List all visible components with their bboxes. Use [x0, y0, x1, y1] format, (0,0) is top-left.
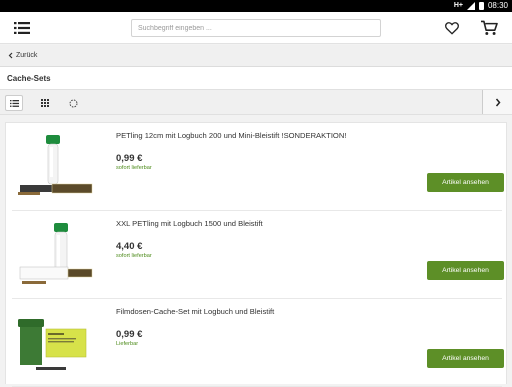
availability-status: sofort lieferbar [116, 165, 152, 171]
product-name[interactable]: Filmdosen-Cache-Set mit Logbuch und Blei… [116, 307, 274, 316]
availability-status: sofort lieferbar [116, 253, 152, 259]
product-price: 4,40 € [116, 241, 143, 252]
status-bar: H+ 08:30 [0, 0, 512, 12]
back-button[interactable]: Zurück [8, 52, 37, 59]
cart-icon[interactable] [480, 20, 498, 36]
view-product-button[interactable]: Artikel ansehen [427, 349, 504, 368]
product-item: PETling 12cm mit Logbuch 200 und Mini-Bl… [12, 123, 504, 211]
list-view-icon [9, 99, 19, 107]
product-name[interactable]: XXL PETling mit Logbuch 1500 und Bleisti… [116, 219, 263, 228]
product-name[interactable]: PETling 12cm mit Logbuch 200 und Mini-Bl… [116, 131, 346, 140]
view-product-button[interactable]: Artikel ansehen [427, 173, 504, 192]
availability-status: Lieferbar [116, 341, 139, 347]
product-item: Filmdosen-Cache-Set mit Logbuch und Blei… [12, 299, 504, 387]
back-label: Zurück [16, 52, 38, 59]
product-list: PETling 12cm mit Logbuch 200 und Mini-Bl… [5, 122, 507, 387]
list-view-button[interactable] [5, 95, 23, 111]
menu-icon[interactable] [14, 21, 30, 35]
product-price: 0,99 € [116, 153, 143, 164]
grid-view-button[interactable] [36, 95, 54, 111]
battery-icon [478, 1, 484, 10]
page-title: Cache-Sets [7, 74, 51, 83]
app-header [0, 12, 512, 44]
filter-circle-icon [69, 99, 77, 107]
product-image[interactable] [12, 127, 102, 201]
filter-button[interactable] [64, 95, 82, 111]
product-item: XXL PETling mit Logbuch 1500 und Bleisti… [12, 211, 504, 299]
toolbar-next-button[interactable] [482, 90, 512, 114]
back-bar: Zurück [0, 45, 512, 67]
product-image[interactable] [12, 303, 102, 377]
status-icons: H+ 08:30 [454, 1, 508, 10]
listing-toolbar [0, 89, 512, 115]
search-input[interactable] [131, 19, 381, 37]
chevron-right-icon [495, 98, 500, 106]
view-product-button[interactable]: Artikel ansehen [427, 261, 504, 280]
product-price: 0,99 € [116, 329, 143, 340]
clock: 08:30 [487, 1, 508, 10]
grid-view-icon [41, 99, 49, 107]
signal-icon [466, 1, 475, 10]
product-image[interactable] [12, 215, 102, 289]
network-type: H+ [453, 2, 463, 9]
wishlist-heart-icon[interactable] [444, 20, 460, 36]
chevron-left-icon [8, 52, 13, 59]
category-title-bar: Cache-Sets [0, 67, 512, 89]
